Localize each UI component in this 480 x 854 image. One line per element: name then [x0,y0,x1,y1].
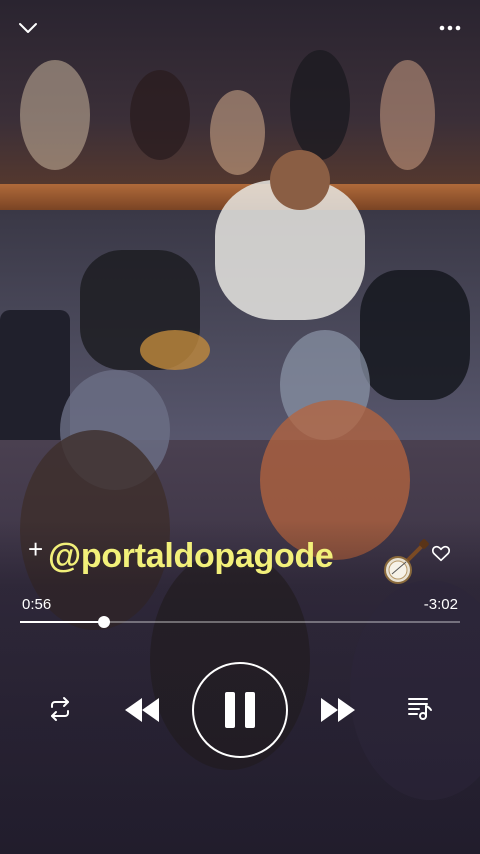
heart-outline-icon[interactable] [430,542,452,564]
top-bar [0,0,480,56]
progress-bar[interactable] [20,616,460,628]
progress-scrubber[interactable] [97,616,110,628]
repeat-icon[interactable] [46,696,74,722]
more-dots-icon[interactable] [434,16,466,40]
music-queue-icon[interactable] [406,694,434,722]
fast-forward-icon[interactable] [318,696,358,724]
banjo-icon [382,538,430,584]
pause-icon[interactable] [192,662,288,758]
progress-fill [20,621,104,623]
rewind-icon[interactable] [122,696,162,724]
track-title-row: + @portaldopagode [0,530,480,584]
elapsed-time: 0:56 [22,596,52,613]
playback-controls [0,660,480,760]
add-button[interactable]: + [28,534,43,564]
track-title: @portaldopagode [48,537,334,575]
chevron-down-icon[interactable] [14,16,42,40]
remaining-time: -3:02 [423,596,458,613]
